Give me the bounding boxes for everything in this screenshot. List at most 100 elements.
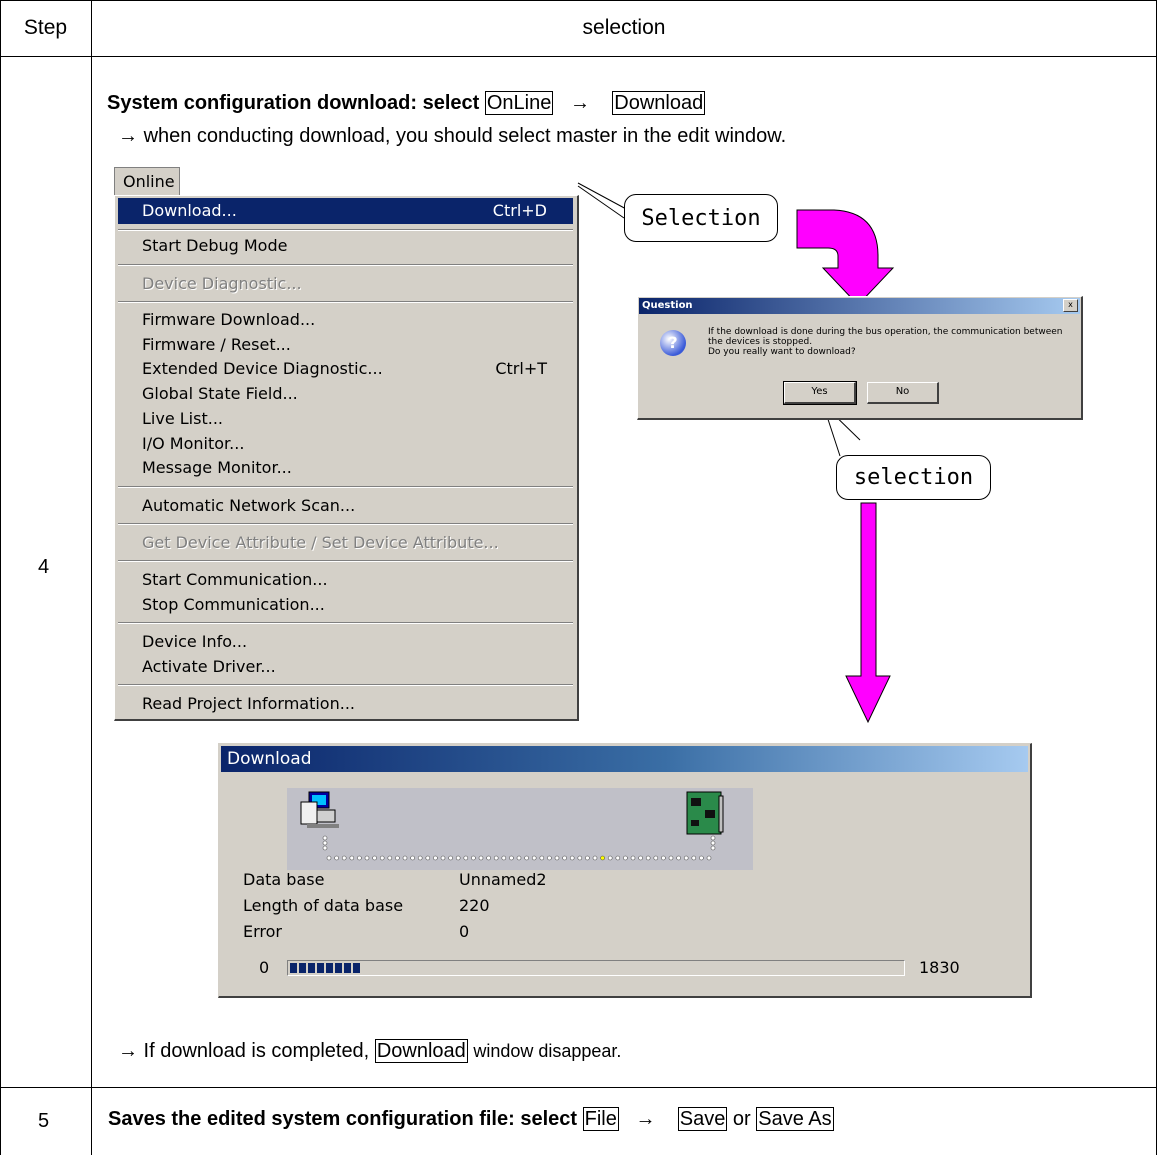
transfer-dot — [668, 855, 674, 861]
step5-instruction: Saves the edited system configuration fi… — [108, 1107, 834, 1131]
transfer-dot — [645, 855, 651, 861]
transfer-dot — [607, 855, 613, 861]
message-line: the devices is stopped. — [708, 337, 813, 347]
length-label: Length of data base — [243, 896, 404, 915]
progress-block — [299, 963, 306, 973]
transfer-dot — [433, 855, 438, 861]
database-value: Unnamed2 — [459, 870, 547, 889]
progress-block — [335, 963, 342, 973]
length-value: 220 — [459, 896, 490, 915]
transfer-panel — [287, 788, 753, 870]
transfer-dot — [683, 855, 689, 861]
transfer-dot — [448, 855, 453, 861]
progress-max: 1830 — [919, 958, 960, 977]
database-label: Data base — [243, 870, 325, 889]
progress-block — [326, 963, 333, 973]
transfer-dot — [440, 855, 446, 861]
save-as-menu-ref: Save As — [756, 1107, 834, 1131]
transfer-dot — [630, 855, 636, 861]
transfer-dot — [653, 855, 659, 861]
transfer-dot — [425, 855, 431, 861]
file-menu-ref: File — [582, 1107, 619, 1131]
transfer-dots — [322, 835, 716, 861]
transfer-dot — [493, 855, 499, 861]
transfer-dot — [710, 840, 716, 846]
progress-min: 0 — [259, 958, 270, 977]
transfer-dot — [322, 835, 328, 841]
transfer-dot — [547, 855, 552, 861]
yes-button[interactable]: Yes — [783, 381, 857, 405]
progress-block — [353, 963, 360, 973]
transfer-dot — [463, 855, 469, 861]
transfer-dot — [676, 855, 681, 861]
transfer-dot — [691, 855, 697, 861]
step5-title: Saves the edited system configuration fi… — [108, 1108, 578, 1130]
callout-pointer-line — [577, 182, 629, 211]
dialog-message: If the download is done during the bus o… — [708, 327, 1080, 357]
transfer-dot — [334, 855, 339, 861]
transfer-dot — [531, 855, 537, 861]
transfer-dot — [455, 855, 461, 861]
progress-block — [308, 963, 315, 973]
transfer-dot — [326, 855, 332, 861]
save-menu-ref: Save — [677, 1107, 728, 1131]
transfer-dot — [471, 855, 476, 861]
transfer-dot — [710, 835, 716, 841]
download-progress-bar — [287, 960, 905, 976]
down-arrow-icon — [845, 502, 891, 724]
transfer-graphic — [300, 791, 724, 861]
footer-suffix: window disappear. — [473, 1041, 622, 1061]
error-value: 0 — [459, 922, 470, 941]
transfer-dot — [395, 855, 400, 861]
download-window: Download Data base Unnamed2 Length of da… — [218, 743, 1032, 998]
transfer-dot — [509, 855, 514, 861]
transfer-dot — [379, 855, 385, 861]
transfer-dot — [554, 855, 560, 861]
transfer-dot — [387, 855, 393, 861]
transfer-dot — [623, 855, 628, 861]
transfer-dot — [372, 855, 377, 861]
interface-card-icon — [686, 791, 724, 835]
question-dialog: Question x ? If the download is done dur… — [637, 296, 1083, 420]
download-window-title: Download — [221, 746, 1028, 772]
step4-footer: → If download is completed, Download win… — [118, 1039, 622, 1063]
transfer-dot — [349, 855, 355, 861]
message-line: If the download is done during the bus o… — [708, 327, 1063, 337]
dialog-title: Question — [639, 298, 1080, 314]
curved-arrow-icon — [796, 209, 895, 306]
computer-icon — [300, 791, 339, 828]
transfer-dot — [638, 855, 643, 861]
message-line: Do you really want to download? — [708, 347, 856, 357]
arrow-icon: → — [635, 1108, 656, 1130]
transfer-dot — [569, 855, 575, 861]
no-button[interactable]: No — [867, 382, 939, 404]
selection-callout: Selection — [624, 194, 778, 242]
transfer-dot — [501, 855, 507, 861]
transfer-dot — [661, 855, 666, 861]
question-icon: ? — [660, 330, 686, 356]
callout-pointer-line — [577, 185, 625, 219]
close-icon[interactable]: x — [1063, 299, 1078, 312]
transfer-dot — [478, 855, 484, 861]
download-window-ref: Download — [374, 1039, 468, 1063]
transfer-dot — [341, 855, 347, 861]
transfer-dot — [539, 855, 545, 861]
transfer-dot — [516, 855, 522, 861]
transfer-dot — [592, 855, 598, 861]
transfer-dot — [524, 855, 529, 861]
transfer-dot — [710, 845, 716, 851]
transfer-dot — [417, 855, 423, 861]
progress-block — [317, 963, 324, 973]
error-label: Error — [243, 922, 282, 941]
transfer-dot — [402, 855, 408, 861]
transfer-dot — [577, 855, 583, 861]
progress-block — [290, 963, 297, 973]
transfer-dot — [562, 855, 567, 861]
transfer-dot — [410, 855, 415, 861]
transfer-dot — [357, 855, 362, 861]
selection-callout-yes: selection — [836, 455, 991, 500]
transfer-dot — [322, 840, 328, 846]
transfer-dot — [486, 855, 491, 861]
or-text: or — [732, 1108, 751, 1130]
transfer-dot — [706, 855, 712, 861]
